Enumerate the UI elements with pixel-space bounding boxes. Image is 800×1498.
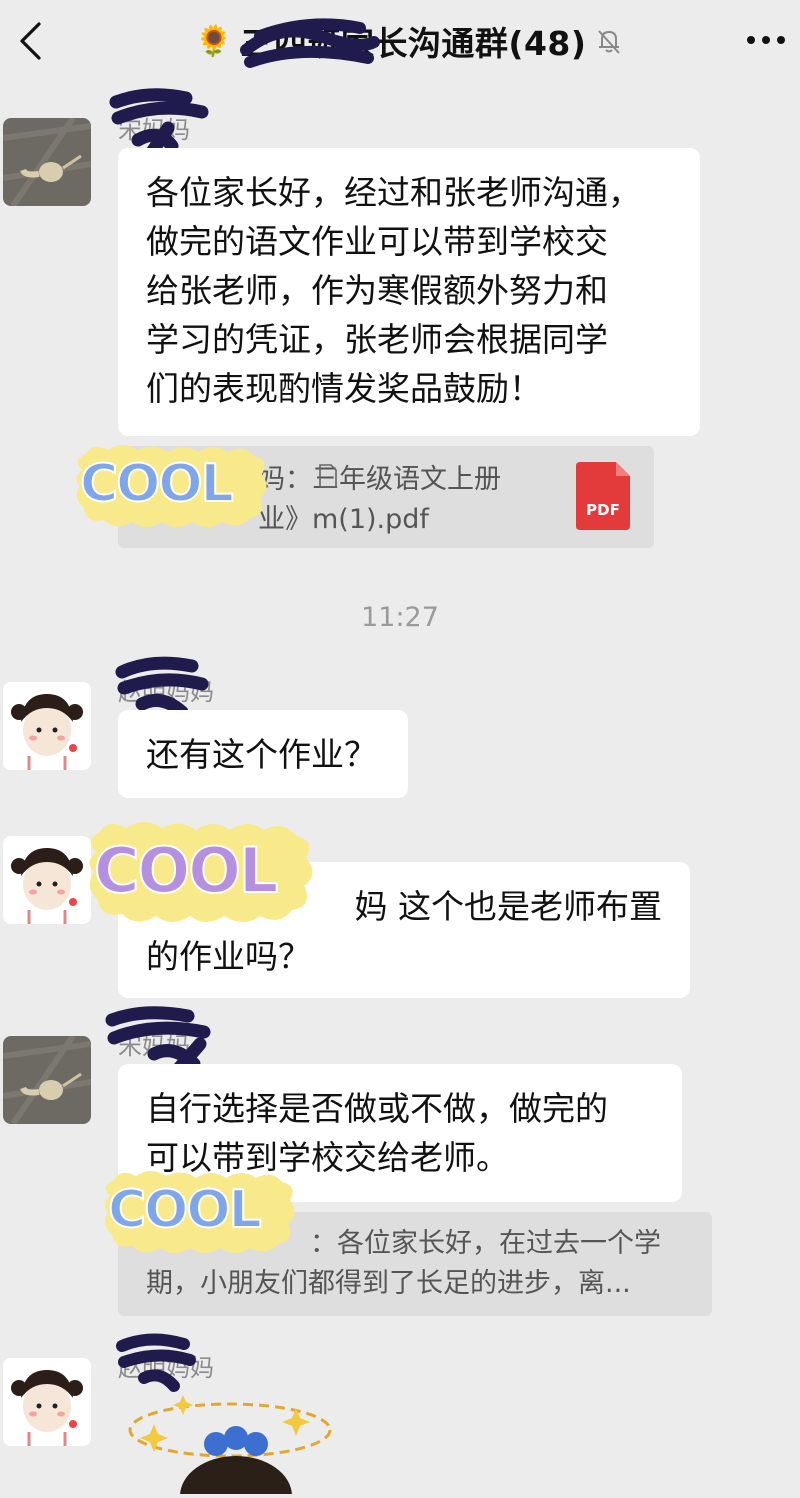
sender-name: 宋妈妈 bbox=[118, 116, 190, 144]
sunflower-icon: 🌻 bbox=[195, 23, 233, 59]
message-bubble[interactable]: 还有这个作业？ bbox=[118, 710, 408, 798]
sender-name: 赵明妈妈 bbox=[118, 678, 214, 706]
top-bar: 🌻 三四班家长沟通群(48) bbox=[0, 0, 800, 86]
chevron-left-icon bbox=[20, 22, 41, 60]
avatar-snail[interactable] bbox=[3, 1036, 91, 1124]
more-dots-icon bbox=[747, 36, 785, 44]
avatar-snail[interactable] bbox=[3, 118, 91, 206]
sender-name: 宋妈妈 bbox=[118, 1032, 190, 1060]
file-outline-icon bbox=[319, 464, 337, 488]
quote-text: 期，小朋友们都得到了长足的进步，离... bbox=[146, 1268, 631, 1299]
chat-title-area[interactable]: 🌻 三四班家长沟通群(48) bbox=[195, 16, 624, 66]
message-bubble[interactable]: 自行选择是否做或不做，做完的 可以带到学校交给老师。 bbox=[118, 1064, 682, 1202]
sender-name: 赵明妈妈 bbox=[118, 1354, 214, 1382]
mute-bell-icon bbox=[598, 30, 621, 54]
avatar-cartoon-girl[interactable] bbox=[3, 682, 91, 770]
more-options-button[interactable] bbox=[744, 22, 788, 58]
back-button[interactable] bbox=[8, 16, 52, 66]
quote-text: 妈：三年级语文上册 bbox=[258, 464, 501, 495]
chat-title: 三四班家长沟通群(48) bbox=[240, 24, 587, 63]
quote-text: ：各位家长好，在过去一个学 bbox=[310, 1228, 661, 1259]
avatar-cartoon-girl[interactable] bbox=[3, 1358, 91, 1446]
pdf-file-icon: PDF bbox=[576, 462, 630, 530]
quoted-file-message[interactable]: 妈：三年级语文上册 业》m(1).pdf PDF bbox=[118, 446, 654, 548]
dizzy-emoji-sticker bbox=[120, 1386, 360, 1498]
timestamp: 11:27 bbox=[361, 602, 439, 633]
message-bubble[interactable]: 各位家长好，经过和张老师沟通， 做完的语文作业可以带到学校交 给张老师，作为寒假… bbox=[118, 148, 700, 436]
avatar-cartoon-girl[interactable] bbox=[3, 836, 91, 924]
message-text: 的作业吗？ bbox=[146, 937, 311, 976]
quoted-message[interactable]: ：各位家长好，在过去一个学 期，小朋友们都得到了长足的进步，离... bbox=[118, 1212, 712, 1316]
